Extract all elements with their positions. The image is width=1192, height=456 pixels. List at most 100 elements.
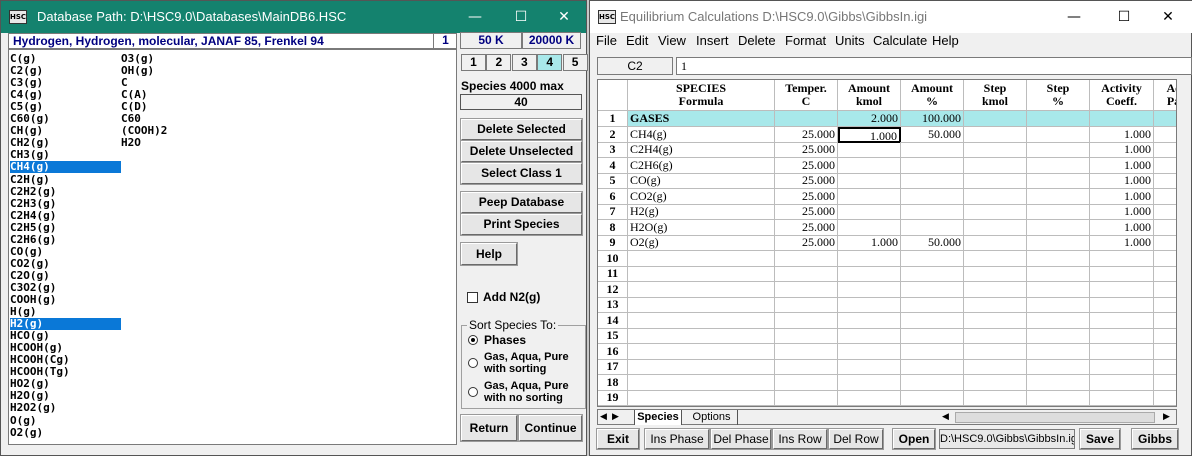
tab-options[interactable]: Options <box>686 410 738 425</box>
peep-database-button[interactable]: Peep Database <box>460 191 583 214</box>
grid-cell[interactable] <box>1154 282 1176 298</box>
species-list-item[interactable]: C2H6(g) <box>10 233 121 246</box>
menu-units[interactable]: Units <box>835 33 865 48</box>
species-list-item[interactable]: O(g) <box>10 414 121 427</box>
grid-cell[interactable] <box>1027 266 1090 282</box>
grid-cell[interactable]: 50.000 <box>901 126 964 143</box>
grid-cell[interactable] <box>964 157 1027 174</box>
grid-cell[interactable] <box>901 173 964 189</box>
grid-cell[interactable]: 1.000 <box>1090 219 1154 236</box>
grid-cell[interactable] <box>1154 189 1176 205</box>
menu-view[interactable]: View <box>658 33 686 48</box>
species-formula-cell[interactable] <box>628 297 775 313</box>
grid-cell[interactable]: 1.000 <box>1090 188 1154 205</box>
grid-cell[interactable] <box>1154 390 1176 406</box>
exit-button[interactable]: Exit <box>596 428 640 450</box>
column-header[interactable]: Amount% <box>901 80 964 111</box>
hscroll-left-icon[interactable]: ◀ <box>942 410 949 424</box>
grid-cell[interactable] <box>1090 328 1154 344</box>
grid-cell[interactable] <box>775 111 838 127</box>
grid-cell[interactable] <box>901 359 964 375</box>
grid-cell[interactable] <box>901 297 964 313</box>
class-tab-5[interactable]: 5 <box>562 54 588 71</box>
species-grid[interactable]: SPECIES Formula Temper. C Amount kmol Amount% S… <box>597 79 1177 407</box>
grid-cell[interactable] <box>964 219 1027 236</box>
sort-gas-aqua-sorted-radio[interactable] <box>468 358 478 368</box>
tab-species[interactable]: Species <box>634 410 682 425</box>
grid-cell[interactable] <box>1090 111 1154 127</box>
grid-cell[interactable]: 2.000 <box>838 111 901 127</box>
delete-unselected-button[interactable]: Delete Unselected <box>460 140 583 163</box>
equilibrium-titlebar[interactable]: HSC Equilibrium Calculations D:\HSC9.0\G… <box>590 1 1192 33</box>
grid-cell[interactable]: 25.000 <box>775 204 838 220</box>
grid-cell[interactable] <box>964 235 1027 251</box>
grid-cell[interactable] <box>964 250 1027 267</box>
grid-cell[interactable] <box>1027 343 1090 360</box>
species-formula-cell[interactable] <box>628 343 775 360</box>
grid-cell[interactable] <box>1154 328 1176 344</box>
grid-cell[interactable] <box>1027 359 1090 375</box>
grid-cell[interactable] <box>964 188 1027 205</box>
print-species-button[interactable]: Print Species <box>460 213 583 236</box>
grid-cell[interactable] <box>838 266 901 282</box>
grid-cell[interactable] <box>964 343 1027 360</box>
species-list-item[interactable]: H2O <box>121 137 201 149</box>
grid-cell[interactable] <box>775 250 838 267</box>
temp-low-field[interactable]: 50 K <box>460 32 522 49</box>
grid-cell[interactable] <box>1027 297 1090 313</box>
insert-phase-button[interactable]: Ins Phase <box>644 428 710 450</box>
grid-cell[interactable] <box>775 266 838 282</box>
grid-cell[interactable] <box>838 173 901 189</box>
species-formula-cell[interactable] <box>628 281 775 298</box>
grid-cell[interactable] <box>964 142 1027 158</box>
grid-cell[interactable] <box>838 328 901 344</box>
grid-cell[interactable] <box>1154 251 1176 267</box>
grid-cell[interactable] <box>838 142 901 158</box>
grid-cell[interactable] <box>838 188 901 205</box>
grid-cell[interactable] <box>1154 220 1176 236</box>
grid-cell[interactable]: 1.000 <box>1090 173 1154 189</box>
grid-cell[interactable]: 25.000 <box>775 126 838 143</box>
species-list-item[interactable]: C2H4(g) <box>10 209 121 222</box>
grid-cell[interactable]: 25.000 <box>775 173 838 189</box>
grid-cell[interactable] <box>901 266 964 282</box>
column-header[interactable]: Activity Coeff. <box>1090 80 1154 111</box>
species-list-item[interactable]: CH4(g) <box>10 161 121 174</box>
species-list-item[interactable]: C2H3(g) <box>10 197 121 210</box>
species-formula-cell[interactable]: H2O(g) <box>628 219 775 236</box>
delete-phase-button[interactable]: Del Phase <box>710 428 772 450</box>
gibbs-button[interactable]: Gibbs <box>1131 428 1179 450</box>
tab-scroll-left-icon[interactable]: ◀ <box>600 410 607 424</box>
species-formula-cell[interactable] <box>628 359 775 375</box>
add-n2-checkbox[interactable] <box>467 292 478 303</box>
species-list-item[interactable]: OH(g) <box>121 65 201 77</box>
grid-cell[interactable] <box>775 390 838 406</box>
species-list-item[interactable]: O2(g) <box>10 426 121 439</box>
grid-cell[interactable] <box>901 312 964 329</box>
grid-cell[interactable] <box>1154 127 1176 143</box>
species-formula-cell[interactable]: C2H4(g) <box>628 142 775 158</box>
sort-gas-aqua-unsorted-radio[interactable] <box>468 387 478 397</box>
grid-cell[interactable]: 25.000 <box>775 235 838 251</box>
grid-cell[interactable] <box>901 343 964 360</box>
minimize-icon[interactable]: — <box>457 2 493 32</box>
grid-cell[interactable] <box>1154 297 1176 313</box>
class-tab-3[interactable]: 3 <box>511 54 537 71</box>
grid-cell[interactable]: 50.000 <box>901 235 964 251</box>
database-titlebar[interactable]: HSC Database Path: D:\HSC9.0\Databases\M… <box>1 1 586 33</box>
grid-cell[interactable] <box>1027 328 1090 344</box>
grid-cell[interactable] <box>775 343 838 360</box>
column-header[interactable]: Temper. C <box>775 80 838 111</box>
menu-calculate[interactable]: Calculate <box>873 33 927 48</box>
insert-row-button[interactable]: Ins Row <box>772 428 828 450</box>
species-formula-cell[interactable]: H2(g) <box>628 204 775 220</box>
species-list-item[interactable]: H2O2(g) <box>10 402 121 414</box>
grid-cell[interactable] <box>964 328 1027 344</box>
grid-cell[interactable] <box>964 126 1027 143</box>
grid-cell[interactable] <box>1090 374 1154 391</box>
column-header[interactable]: AcPa <box>1154 80 1176 111</box>
species-formula-cell[interactable]: C2H6(g) <box>628 157 775 174</box>
grid-cell[interactable] <box>1090 297 1154 313</box>
grid-cell[interactable] <box>964 297 1027 313</box>
grid-cell[interactable] <box>838 390 901 406</box>
